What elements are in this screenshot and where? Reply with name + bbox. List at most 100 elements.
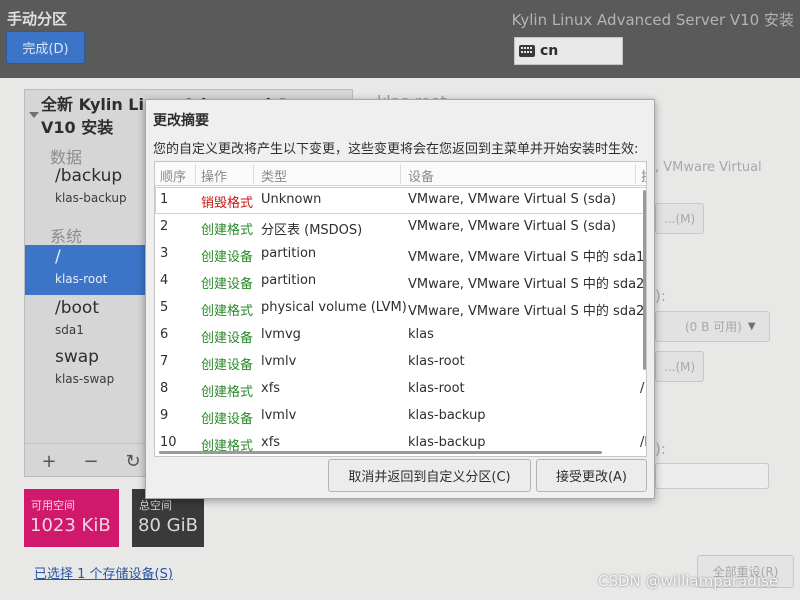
column-separator <box>195 164 196 184</box>
column-separator <box>253 164 254 184</box>
device-description: , VMware Virtual <box>655 160 762 175</box>
name-field[interactable] <box>655 463 769 489</box>
mount-device-name: klas-swap <box>55 372 115 386</box>
cell-order: 1 <box>160 192 169 207</box>
app-title: 手动分区 <box>7 10 68 28</box>
total-space-label: 总空间 <box>139 499 172 512</box>
name-label-fragment: ): <box>655 440 666 458</box>
cell-order: 8 <box>160 381 169 396</box>
volume-group-free: (0 B 可用) <box>685 320 742 334</box>
cell-order: 4 <box>160 273 169 288</box>
remove-mount-button[interactable]: − <box>73 448 109 474</box>
cell-action: 创建格式 <box>201 304 254 319</box>
cell-type: partition <box>261 273 317 288</box>
table-row[interactable]: 7 创建设备 lvmlv klas-root <box>155 349 646 376</box>
mount-point-name: / <box>55 247 61 267</box>
cell-type: lvmlv <box>261 408 297 423</box>
cell-device: klas-root <box>408 354 465 369</box>
table-row[interactable]: 1 销毁格式 Unknown VMware, VMware Virtual S (sd… <box>155 187 646 214</box>
cell-order: 10 <box>160 435 177 450</box>
modify-vg-button[interactable]: ...(M) <box>655 351 704 382</box>
add-mount-button[interactable]: + <box>31 448 67 474</box>
accept-changes-button[interactable]: 接受更改(A) <box>536 459 647 492</box>
volume-group-select[interactable]: (0 B 可用) ▼ <box>655 311 770 342</box>
keyboard-icon <box>519 45 535 57</box>
table-row[interactable]: 8 创建格式 xfs klas-root / <box>155 376 646 403</box>
cell-device: VMware, VMware Virtual S (sda) <box>408 192 617 207</box>
header-bar: 手动分区 完成(D) Kylin Linux Advanced Server V… <box>0 0 800 78</box>
column-header-order[interactable]: 顺序 <box>160 166 186 185</box>
cell-action: 创建格式 <box>201 385 254 400</box>
vg-label-fragment: ): <box>655 287 666 305</box>
cell-mount: /b <box>640 435 646 450</box>
column-header-type[interactable]: 类型 <box>261 166 287 185</box>
selected-storage-link[interactable]: 已选择 1 个存储设备(S) <box>34 563 173 582</box>
cell-device: VMware, VMware Virtual S (sda) <box>408 219 617 234</box>
cell-order: 7 <box>160 354 169 369</box>
cell-mount: / <box>640 381 645 396</box>
table-row[interactable]: 9 创建设备 lvmlv klas-backup <box>155 403 646 430</box>
watermark: CSDN @williamparadise <box>598 572 779 590</box>
horizontal-scrollbar[interactable] <box>159 451 602 454</box>
cell-device: klas-root <box>408 381 465 396</box>
keyboard-layout-label: cn <box>540 43 559 59</box>
available-space-value: 1023 KiB <box>30 515 111 536</box>
column-header-device[interactable]: 设备 <box>408 166 434 185</box>
cell-order: 5 <box>160 300 169 315</box>
cell-action: 销毁格式 <box>201 196 254 211</box>
changes-table[interactable]: 顺序 操作 类型 设备 挂 1 销毁格式 Unknown VMware, VMware… <box>154 161 647 457</box>
cell-device: VMware, VMware Virtual S 中的 sda2 <box>408 304 645 319</box>
cell-action: 创建格式 <box>201 223 254 238</box>
cell-type: 分区表 (MSDOS) <box>261 223 363 238</box>
mount-device-name: klas-root <box>55 272 108 286</box>
total-space-value: 80 GiB <box>138 515 198 536</box>
table-row[interactable]: 6 创建设备 lvmvg klas <box>155 322 646 349</box>
cell-order: 9 <box>160 408 169 423</box>
mount-point-name: /backup <box>55 166 123 186</box>
keyboard-layout-indicator[interactable]: cn <box>514 37 623 65</box>
collapse-arrow-icon[interactable] <box>29 112 39 118</box>
table-row[interactable]: 4 创建设备 partition VMware, VMware Virtual S 中… <box>155 268 646 295</box>
mount-point-name: /boot <box>55 298 99 318</box>
mount-device-name: sda1 <box>55 323 84 337</box>
column-header-action[interactable]: 操作 <box>201 166 227 185</box>
chevron-down-icon: ▼ <box>747 321 756 332</box>
cell-order: 6 <box>160 327 169 342</box>
cell-device: klas <box>408 327 434 342</box>
table-header: 顺序 操作 类型 设备 挂 <box>155 162 646 186</box>
cancel-return-button[interactable]: 取消并返回到自定义分区(C) <box>328 459 531 492</box>
modify-device-button[interactable]: ...(M) <box>655 203 704 234</box>
cell-action: 创建设备 <box>201 277 254 292</box>
cell-type: physical volume (LVM) <box>261 300 407 315</box>
column-separator <box>400 164 401 184</box>
dialog-description: 您的自定义更改将产生以下变更，这些变更将会在您返回到主菜单并开始安装时生效: <box>153 142 639 157</box>
cell-type: xfs <box>261 435 281 450</box>
cell-type: partition <box>261 246 317 261</box>
done-button[interactable]: 完成(D) <box>6 31 85 64</box>
cell-order: 3 <box>160 246 169 261</box>
dialog-title: 更改摘要 <box>153 113 209 129</box>
section-system-label: 系统 <box>50 227 83 246</box>
cell-action: 创建设备 <box>201 358 254 373</box>
cell-action: 创建设备 <box>201 250 254 265</box>
table-row[interactable]: 3 创建设备 partition VMware, VMware Virtual S 中… <box>155 241 646 268</box>
vertical-scrollbar[interactable] <box>643 190 646 370</box>
cell-action: 创建设备 <box>201 331 254 346</box>
change-summary-dialog: 更改摘要 您的自定义更改将产生以下变更，这些变更将会在您返回到主菜单并开始安装时… <box>145 99 655 499</box>
mount-device-name: klas-backup <box>55 191 127 205</box>
cell-action: 创建设备 <box>201 412 254 427</box>
cell-device: VMware, VMware Virtual S 中的 sda1 <box>408 250 645 265</box>
cell-type: lvmlv <box>261 354 297 369</box>
cell-type: Unknown <box>261 192 322 207</box>
cell-device: klas-backup <box>408 435 486 450</box>
cell-type: lvmvg <box>261 327 301 342</box>
available-space-label: 可用空间 <box>31 499 75 512</box>
mount-point-name: swap <box>55 347 99 367</box>
column-header-mount[interactable]: 挂 <box>641 166 646 185</box>
product-title: Kylin Linux Advanced Server V10 安装 <box>511 11 794 29</box>
available-space-box: 可用空间 1023 KiB <box>24 489 119 547</box>
cell-device: VMware, VMware Virtual S 中的 sda2 <box>408 277 645 292</box>
table-row[interactable]: 2 创建格式 分区表 (MSDOS) VMware, VMware Virtual S… <box>155 214 646 241</box>
table-row[interactable]: 5 创建格式 physical volume (LVM) VMware, VMware… <box>155 295 646 322</box>
cell-order: 2 <box>160 219 169 234</box>
